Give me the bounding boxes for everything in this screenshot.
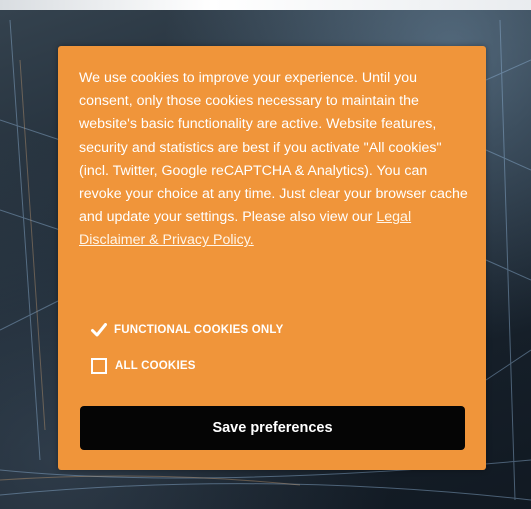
all-cookies-option[interactable]: ALL COOKIES xyxy=(91,358,196,374)
page-header-strip xyxy=(0,0,531,10)
consent-message-text: We use cookies to improve your experienc… xyxy=(79,70,468,226)
empty-checkbox-icon xyxy=(91,358,107,374)
functional-cookies-option[interactable]: FUNCTIONAL COOKIES ONLY xyxy=(91,323,283,337)
checkmark-icon xyxy=(91,323,107,337)
functional-cookies-label: FUNCTIONAL COOKIES ONLY xyxy=(114,324,284,336)
cookie-consent-dialog: We use cookies to improve your experienc… xyxy=(58,46,486,470)
consent-message: We use cookies to improve your experienc… xyxy=(79,67,471,253)
all-cookies-label: ALL COOKIES xyxy=(115,360,196,372)
save-preferences-button[interactable]: Save preferences xyxy=(80,406,465,450)
